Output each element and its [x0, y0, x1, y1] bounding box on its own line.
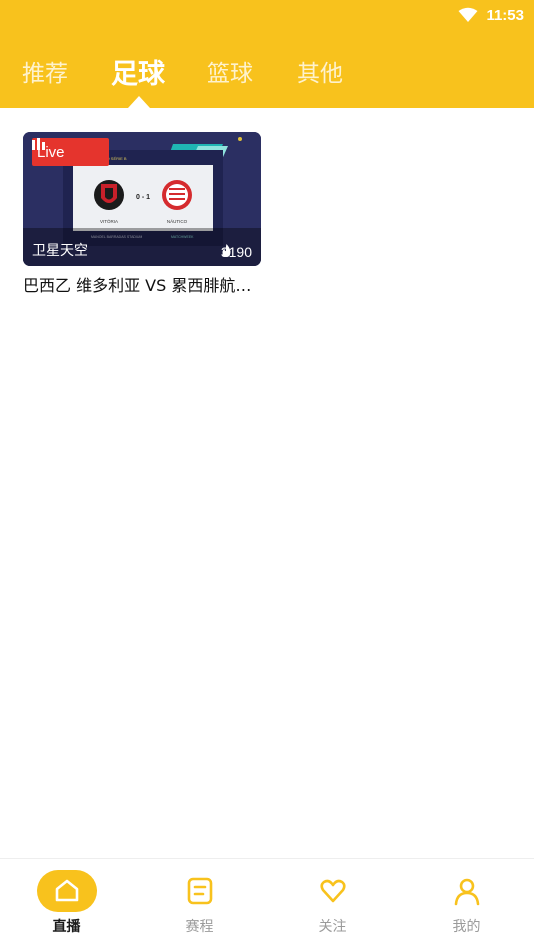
thumb-score: 0 - 1 — [136, 194, 150, 201]
nav-live-highlight — [36, 870, 97, 912]
schedule-icon — [187, 877, 212, 905]
user-icon — [454, 878, 479, 906]
status-bar: 11:53 — [458, 0, 534, 30]
header: 11:53 推荐 足球 篮球 其他 — [0, 0, 534, 108]
flame-icon — [222, 244, 231, 257]
stream-title[interactable]: 巴西乙 维多利亚 VS 累西腓航… — [23, 272, 261, 296]
nav-profile-icon-wrap — [437, 870, 497, 912]
stream-thumbnail[interactable]: BRASILEIRÃO SÉRIE B 0 - 1 VITÓRIA NÁUTIC… — [23, 132, 261, 266]
nav-label-follow: 关注 — [318, 919, 347, 935]
nav-schedule-icon-wrap — [170, 870, 230, 912]
nav-item-live[interactable]: 直播 — [0, 859, 133, 949]
nav-item-schedule[interactable]: 赛程 — [133, 859, 266, 949]
active-tab-indicator — [128, 96, 150, 108]
nav-item-profile[interactable]: 我的 — [400, 859, 533, 949]
category-tabs: 推荐 足球 篮球 其他 — [0, 48, 534, 98]
tab-football[interactable]: 足球 — [111, 48, 165, 94]
tab-other[interactable]: 其他 — [297, 48, 343, 94]
live-badge: Live — [32, 138, 109, 166]
bottom-nav: 直播 赛程 关注 我的 — [0, 858, 534, 949]
tab-recommend[interactable]: 推荐 — [22, 48, 68, 94]
home-icon — [55, 879, 78, 902]
nav-follow-icon-wrap — [303, 870, 363, 912]
app-root: 11:53 推荐 足球 篮球 其他 BRASILEIRÃO SÉRIE B — [0, 0, 534, 949]
nav-label-live: 直播 — [52, 919, 81, 935]
status-time: 11:53 — [486, 6, 524, 24]
wifi-icon — [458, 7, 478, 22]
channel-name: 卫星天空 — [32, 243, 88, 259]
view-count: 3190 — [221, 244, 252, 260]
tab-basketball[interactable]: 篮球 — [207, 48, 253, 94]
nav-label-profile: 我的 — [452, 919, 481, 935]
live-stream-card[interactable]: BRASILEIRÃO SÉRIE B 0 - 1 VITÓRIA NÁUTIC… — [23, 132, 261, 296]
thumb-away-team: NÁUTICO — [167, 218, 188, 224]
thumb-home-team: VITÓRIA — [100, 218, 118, 224]
nav-label-schedule: 赛程 — [185, 919, 214, 935]
live-bars-icon — [32, 138, 45, 150]
heart-icon — [319, 879, 346, 903]
nav-item-follow[interactable]: 关注 — [266, 859, 399, 949]
